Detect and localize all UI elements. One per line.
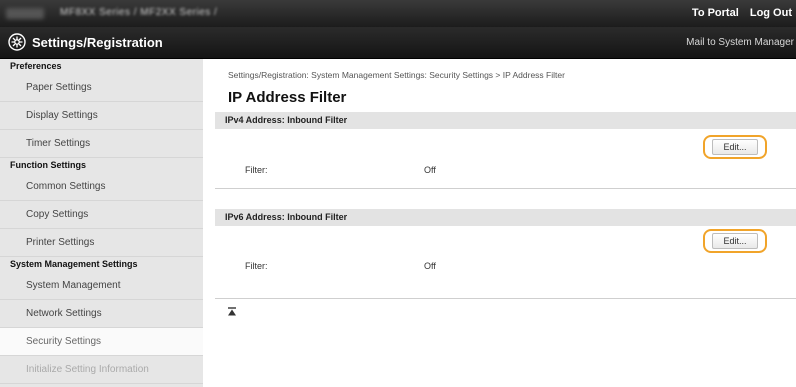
main-content: Settings/Registration: System Management…	[215, 59, 796, 387]
sidebar: Preferences Paper Settings Display Setti…	[0, 59, 203, 387]
ipv4-filter-label: Filter:	[245, 165, 268, 175]
breadcrumb: Settings/Registration: System Management…	[228, 70, 565, 80]
sidebar-item-copy-settings[interactable]: Copy Settings	[0, 201, 203, 229]
top-bar: MF8XX Series / MF2XX Series / To Portal …	[0, 0, 796, 27]
settings-gear-icon	[8, 33, 26, 51]
ipv6-filter-label: Filter:	[245, 261, 268, 271]
sidebar-item-paper-settings[interactable]: Paper Settings	[0, 74, 203, 102]
sidebar-item-system-management[interactable]: System Management	[0, 272, 203, 300]
to-portal-link[interactable]: To Portal	[692, 7, 739, 19]
log-out-link[interactable]: Log Out	[750, 7, 792, 19]
device-model: MF8XX Series / MF2XX Series /	[60, 7, 218, 18]
device-name-blurred	[6, 8, 44, 19]
sidebar-section-preferences: Preferences	[0, 59, 203, 74]
ipv4-edit-button[interactable]: Edit...	[703, 135, 767, 159]
sidebar-item-security-settings[interactable]: Security Settings	[0, 328, 203, 356]
ipv6-section-header: IPv6 Address: Inbound Filter	[215, 209, 796, 226]
ipv4-section-header: IPv4 Address: Inbound Filter	[215, 112, 796, 129]
sidebar-item-initialize[interactable]: Initialize Setting Information	[0, 356, 203, 384]
ipv6-divider	[215, 298, 796, 299]
ipv6-edit-button[interactable]: Edit...	[703, 229, 767, 253]
mail-to-system-manager-link[interactable]: Mail to System Manager	[686, 37, 794, 48]
page-title: IP Address Filter	[228, 89, 347, 106]
app-header: Settings/Registration Mail to System Man…	[0, 27, 796, 59]
page-header-title: Settings/Registration	[32, 35, 163, 50]
sidebar-item-network-settings[interactable]: Network Settings	[0, 300, 203, 328]
to-top-icon[interactable]	[227, 307, 237, 317]
ipv4-divider	[215, 188, 796, 189]
ipv6-filter-value: Off	[424, 261, 436, 271]
sidebar-item-common-settings[interactable]: Common Settings	[0, 173, 203, 201]
ipv6-edit-label: Edit...	[712, 233, 758, 249]
sidebar-section-function-settings: Function Settings	[0, 158, 203, 173]
ipv4-edit-label: Edit...	[712, 139, 758, 155]
sidebar-section-system-management-settings: System Management Settings	[0, 257, 203, 272]
sidebar-item-printer-settings[interactable]: Printer Settings	[0, 229, 203, 257]
sidebar-item-timer-settings[interactable]: Timer Settings	[0, 130, 203, 158]
top-links: To Portal Log Out	[684, 7, 792, 19]
ipv4-filter-value: Off	[424, 165, 436, 175]
sidebar-item-display-settings[interactable]: Display Settings	[0, 102, 203, 130]
